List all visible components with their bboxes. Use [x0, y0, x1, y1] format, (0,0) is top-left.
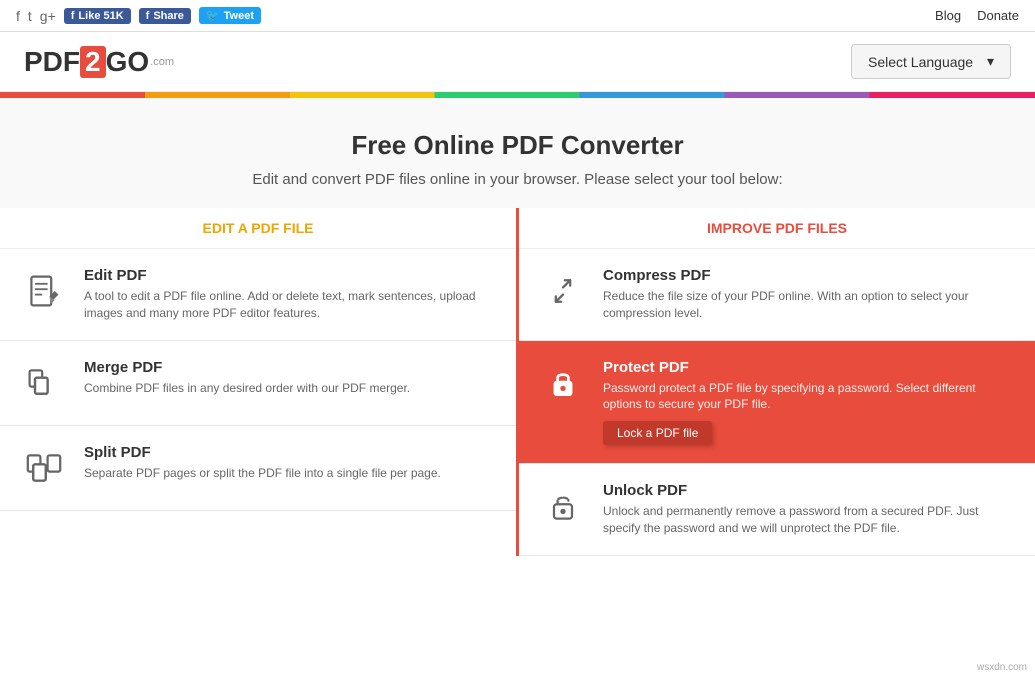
protect-pdf-desc: Password protect a PDF file by specifyin… [603, 380, 1015, 414]
protect-pdf-content: Protect PDF Password protect a PDF file … [603, 359, 1015, 446]
twitter-bird-icon: 🐦 [206, 9, 220, 22]
compress-pdf-desc: Reduce the file size of your PDF online.… [603, 288, 1015, 322]
split-pdf-title: Split PDF [84, 444, 496, 461]
logo-go: GO [106, 46, 150, 78]
merge-pdf-content: Merge PDF Combine PDF files in any desir… [84, 359, 496, 397]
compress-pdf-item[interactable]: Compress PDF Reduce the file size of you… [519, 249, 1035, 341]
header: PDF 2 GO .com Select Language ▾ [0, 32, 1035, 92]
social-buttons: f t g+ f Like 51K f Share 🐦 Tweet [16, 7, 261, 24]
language-label: Select Language [868, 54, 973, 70]
protect-pdf-title: Protect PDF [603, 359, 1015, 376]
edit-column-header: EDIT A PDF FILE [0, 208, 516, 249]
compress-pdf-content: Compress PDF Reduce the file size of you… [603, 267, 1015, 322]
compress-pdf-title: Compress PDF [603, 267, 1015, 284]
unlock-pdf-content: Unlock PDF Unlock and permanently remove… [603, 482, 1015, 537]
logo-pdf: PDF [24, 46, 80, 78]
fb-share-label: Share [153, 10, 184, 22]
edit-column: EDIT A PDF FILE Edit PDF A tool to edit … [0, 208, 519, 556]
fb-like-label: Like 51K [78, 10, 123, 22]
twitter-icon[interactable]: t [28, 8, 32, 24]
top-bar: f t g+ f Like 51K f Share 🐦 Tweet Blog D… [0, 0, 1035, 32]
split-pdf-desc: Separate PDF pages or split the PDF file… [84, 465, 496, 482]
protect-pdf-icon [539, 359, 587, 407]
edit-pdf-item[interactable]: Edit PDF A tool to edit a PDF file onlin… [0, 249, 516, 341]
googleplus-icon[interactable]: g+ [40, 8, 56, 24]
page-title: Free Online PDF Converter [24, 130, 1011, 161]
unlock-pdf-item[interactable]: Unlock PDF Unlock and permanently remove… [519, 464, 1035, 556]
logo-2: 2 [80, 46, 106, 78]
merge-pdf-item[interactable]: Merge PDF Combine PDF files in any desir… [0, 341, 516, 426]
donate-link[interactable]: Donate [977, 8, 1019, 23]
unlock-pdf-icon [539, 482, 587, 530]
edit-pdf-icon [20, 267, 68, 315]
facebook-icon[interactable]: f [16, 8, 20, 24]
nav-links: Blog Donate [935, 8, 1019, 23]
edit-pdf-title: Edit PDF [84, 267, 496, 284]
twitter-tweet-label: Tweet [224, 10, 254, 22]
twitter-tweet-button[interactable]: 🐦 Tweet [199, 7, 261, 24]
hero-section: Free Online PDF Converter Edit and conve… [0, 98, 1035, 208]
lock-pdf-button[interactable]: Lock a PDF file [603, 421, 712, 445]
main-content: EDIT A PDF FILE Edit PDF A tool to edit … [0, 208, 1035, 556]
logo-com: .com [150, 56, 174, 68]
improve-column: IMPROVE PDF FILES Compress PDF Reduce th… [519, 208, 1035, 556]
blog-link[interactable]: Blog [935, 8, 961, 23]
improve-column-header: IMPROVE PDF FILES [519, 208, 1035, 249]
split-pdf-icon [20, 444, 68, 492]
fb-icon: f [71, 10, 75, 22]
unlock-pdf-title: Unlock PDF [603, 482, 1015, 499]
edit-pdf-content: Edit PDF A tool to edit a PDF file onlin… [84, 267, 496, 322]
split-pdf-content: Split PDF Separate PDF pages or split th… [84, 444, 496, 482]
fb-share-button[interactable]: f Share [139, 8, 191, 24]
language-selector[interactable]: Select Language ▾ [851, 44, 1011, 79]
unlock-pdf-desc: Unlock and permanently remove a password… [603, 503, 1015, 537]
edit-pdf-desc: A tool to edit a PDF file online. Add or… [84, 288, 496, 322]
compress-pdf-icon [539, 267, 587, 315]
logo[interactable]: PDF 2 GO .com [24, 46, 174, 78]
fb-like-button[interactable]: f Like 51K [64, 8, 131, 24]
merge-pdf-title: Merge PDF [84, 359, 496, 376]
page-subtitle: Edit and convert PDF files online in you… [24, 171, 1011, 188]
fb-share-icon: f [146, 10, 150, 22]
merge-pdf-desc: Combine PDF files in any desired order w… [84, 380, 496, 397]
merge-pdf-icon [20, 359, 68, 407]
protect-pdf-item[interactable]: Protect PDF Password protect a PDF file … [519, 341, 1035, 465]
watermark: wsxdn.com [977, 662, 1027, 673]
split-pdf-item[interactable]: Split PDF Separate PDF pages or split th… [0, 426, 516, 511]
chevron-down-icon: ▾ [987, 53, 994, 70]
